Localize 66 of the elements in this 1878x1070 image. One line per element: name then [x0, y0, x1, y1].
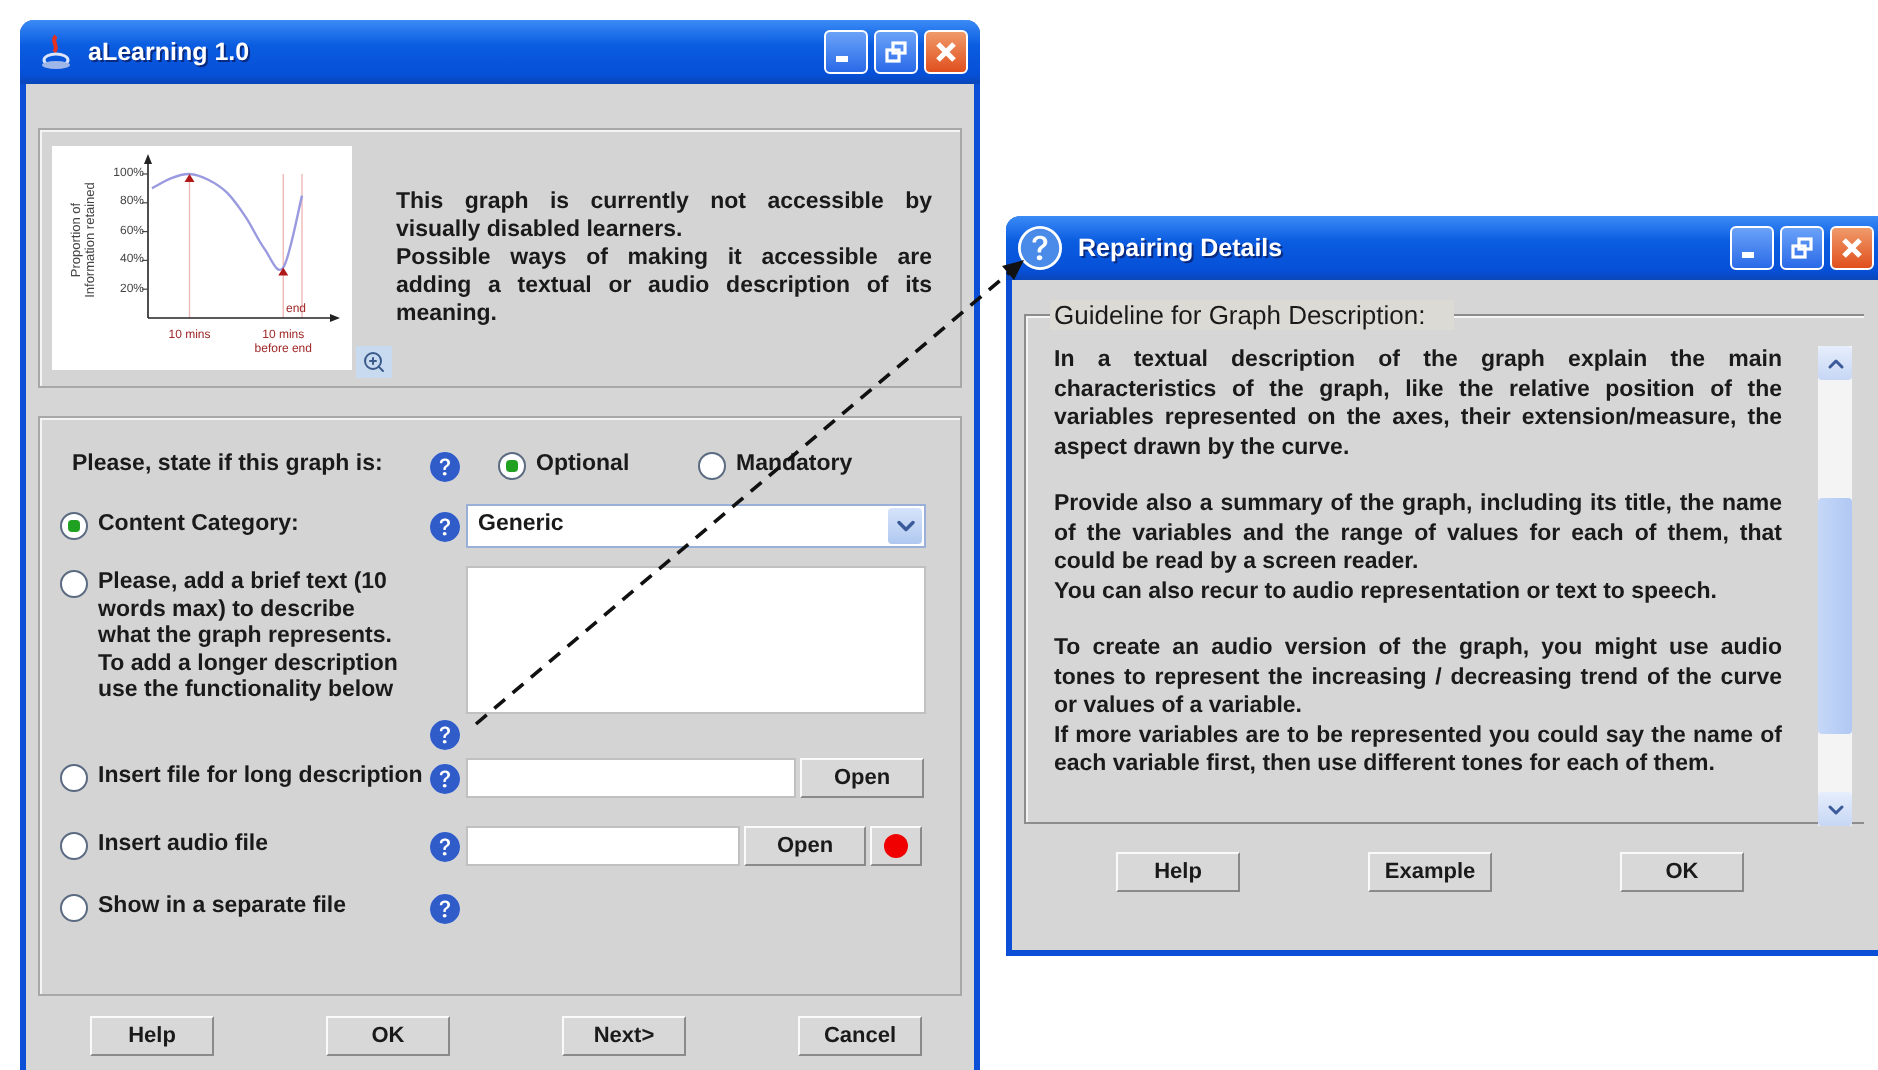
group-title: Guideline for Graph Description:: [1050, 300, 1454, 330]
file-path-field[interactable]: [466, 758, 796, 798]
point-marker: [184, 174, 195, 182]
help-icon[interactable]: [430, 451, 460, 481]
option-label: Mandatory: [736, 452, 853, 480]
window-title: Repairing Details: [1078, 234, 1285, 262]
radio-button[interactable]: [60, 764, 88, 792]
scroll-down-button[interactable]: [1818, 792, 1852, 826]
app-logo-icon: [40, 34, 72, 70]
minimize-button[interactable]: [1730, 226, 1774, 270]
dialog-button[interactable]: Cancel: [798, 1015, 922, 1055]
close-button[interactable]: [1830, 226, 1874, 270]
dialog-button[interactable]: Next>: [562, 1015, 686, 1055]
option-label: Please, add a brief text (10 words max) to describe what the graph represents. To add a longer description use the functionality below: [98, 570, 398, 705]
guideline-text: You can also recur to audio representation or text to speech.: [1054, 577, 1719, 606]
close-icon: [1840, 236, 1864, 260]
guideline-text: In a textual description of the graph explain the main characteristics of the graph, like the relative position of the variables represented on the axes, their extension/measure, the aspect drawn by the curve.: [1054, 346, 1782, 462]
restore-button[interactable]: [874, 30, 918, 74]
restore-button[interactable]: [1780, 226, 1824, 270]
radio-button[interactable]: [60, 894, 88, 922]
window-title: aLearning 1.0: [88, 38, 252, 66]
radio-button[interactable]: [698, 452, 726, 480]
close-button[interactable]: [924, 30, 968, 74]
dialog-button[interactable]: Example: [1368, 851, 1492, 891]
minimize-icon: [836, 55, 848, 61]
minimize-icon: [1742, 251, 1754, 257]
record-icon: [884, 834, 908, 858]
scrollbar[interactable]: [1818, 346, 1852, 826]
help-icon[interactable]: [430, 511, 460, 541]
guideline-text: Provide also a summary of the graph, including its title, the name of the variables and the range of values for each of them, that could be read by a screen reader.: [1054, 490, 1782, 577]
restore-icon: [884, 40, 908, 64]
option-label: Insert audio file: [98, 832, 268, 860]
help-icon[interactable]: [430, 893, 460, 923]
audio-path-field[interactable]: [466, 826, 740, 866]
option-label: Content Category:: [98, 512, 299, 540]
point-marker: [278, 267, 289, 276]
open-button[interactable]: Open: [800, 758, 924, 798]
dialog-button[interactable]: Help: [1116, 851, 1240, 891]
radio-button[interactable]: [60, 832, 88, 860]
help-icon[interactable]: [430, 720, 460, 750]
scroll-up-button[interactable]: [1818, 346, 1852, 380]
notice-text: Possible ways of making it accessible are adding a textual or audio description of its meaning.: [396, 244, 932, 328]
radio-button[interactable]: [60, 512, 88, 540]
dialog-button[interactable]: OK: [1620, 851, 1744, 891]
category-dropdown[interactable]: Generic: [466, 504, 926, 548]
close-icon: [934, 40, 958, 64]
record-button[interactable]: [870, 826, 922, 866]
question-label: Please, state if this graph is:: [70, 452, 385, 480]
guideline-text: To create an audio version of the graph, you might use audio tones to represent the increasing / decreasing trend of the curve or values of a variable.: [1054, 634, 1782, 721]
dialog-button[interactable]: Help: [90, 1015, 214, 1055]
zoom-in-button[interactable]: [356, 346, 392, 378]
option-label: Show in a separate file: [98, 894, 346, 922]
open-button[interactable]: Open: [744, 826, 866, 866]
restore-icon: [1790, 236, 1814, 260]
radio-button[interactable]: [498, 452, 526, 480]
radio-button[interactable]: [60, 570, 88, 598]
help-icon[interactable]: [430, 831, 460, 861]
help-icon: [1018, 226, 1062, 270]
help-icon[interactable]: [430, 763, 460, 793]
guideline-text: If more variables are to be represented you could say the name of each variable first, then use different tones for each of them.: [1054, 721, 1782, 779]
option-label: Optional: [536, 452, 630, 480]
notice-text: This graph is currently not accessible by visually disabled learners.: [396, 188, 932, 244]
dialog-button[interactable]: OK: [326, 1015, 450, 1055]
scroll-thumb[interactable]: [1818, 498, 1852, 734]
minimize-button[interactable]: [824, 30, 868, 74]
option-label: Insert file for long description: [98, 764, 423, 792]
